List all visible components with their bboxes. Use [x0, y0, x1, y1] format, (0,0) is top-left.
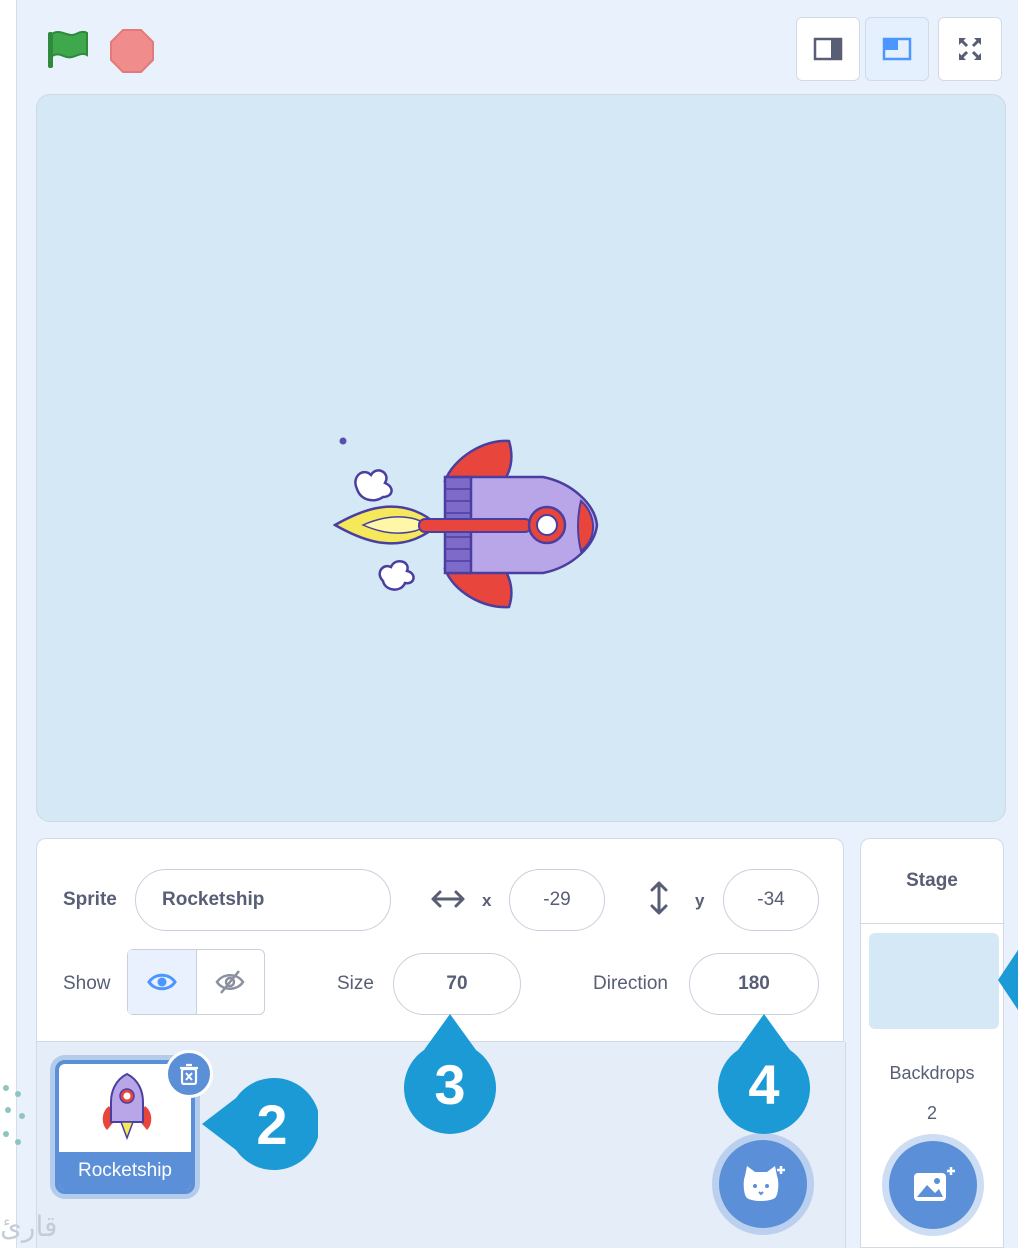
- rocketship-sprite[interactable]: [333, 431, 601, 621]
- stage-selector-panel: Stage Backdrops 2: [860, 838, 1004, 1248]
- callout-2: 2: [202, 1078, 318, 1170]
- normal-stage-icon: [882, 37, 912, 61]
- y-label: y: [695, 891, 705, 910]
- show-toggle-group: [127, 949, 265, 1015]
- x-label: x: [482, 891, 492, 910]
- direction-input[interactable]: 180: [689, 953, 819, 1015]
- show-visible-button[interactable]: [128, 950, 197, 1014]
- green-flag-button[interactable]: [46, 28, 90, 70]
- cat-add-icon: [743, 1166, 785, 1201]
- small-stage-button[interactable]: [796, 17, 860, 81]
- direction-label: Direction: [593, 973, 668, 994]
- y-input[interactable]: -34: [723, 869, 819, 931]
- backdrops-info: Backdrops 2: [861, 1053, 1003, 1133]
- callout-arrow-edge: [998, 950, 1018, 1010]
- green-flag-icon: [48, 30, 88, 68]
- decorative-dots: [3, 1085, 25, 1145]
- callout-3: 3: [404, 1012, 496, 1134]
- watermark-text: قارئ: [0, 1211, 58, 1242]
- eye-icon: [146, 973, 177, 991]
- backdrop-add-icon: [914, 1167, 955, 1201]
- show-hidden-button[interactable]: [197, 950, 265, 1014]
- stop-button[interactable]: [108, 27, 156, 75]
- stage-title: Stage: [861, 839, 1003, 924]
- size-input[interactable]: 70: [393, 953, 521, 1015]
- sprite-label: Sprite: [63, 889, 117, 910]
- eye-hidden-icon: [215, 970, 245, 994]
- callout-4: 4: [718, 1012, 810, 1134]
- rocketship-thumbnail-icon: [102, 1072, 152, 1140]
- fullscreen-icon: [959, 38, 981, 60]
- horizontal-arrows-icon: [431, 890, 465, 908]
- backdrops-count: 2: [926, 1103, 937, 1123]
- choose-sprite-button[interactable]: [719, 1140, 807, 1228]
- normal-stage-button[interactable]: [865, 17, 929, 81]
- vertical-arrows-icon: [650, 881, 668, 915]
- stage-canvas[interactable]: [36, 94, 1006, 822]
- sprite-thumbnail-label: Rocketship: [59, 1152, 191, 1190]
- size-label: Size: [337, 973, 374, 994]
- trash-icon: [180, 1063, 198, 1085]
- fullscreen-button[interactable]: [938, 17, 1002, 81]
- sprite-name-input[interactable]: Rocketship: [135, 869, 391, 931]
- backdrops-label: Backdrops: [889, 1063, 975, 1083]
- stage-thumbnail[interactable]: [869, 933, 999, 1029]
- choose-backdrop-button[interactable]: [889, 1141, 977, 1229]
- x-input[interactable]: -29: [509, 869, 605, 931]
- stop-icon: [110, 29, 154, 73]
- show-label: Show: [63, 973, 111, 994]
- small-stage-icon: [813, 37, 843, 61]
